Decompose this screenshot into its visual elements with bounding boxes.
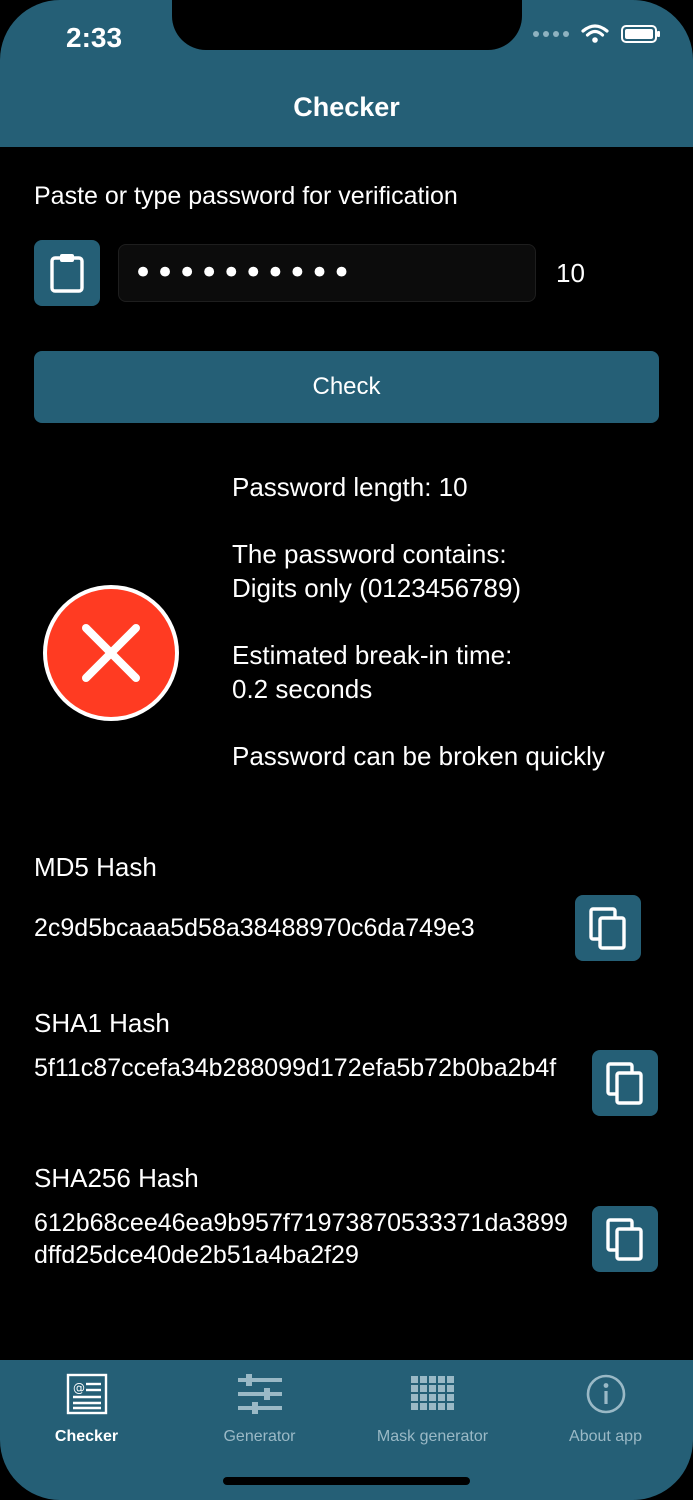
sha1-label: SHA1 Hash: [34, 1008, 170, 1038]
copy-md5-button[interactable]: [575, 895, 641, 961]
result-details: Password length: 10 The password contain…: [232, 470, 605, 806]
md5-label: MD5 Hash: [34, 852, 157, 882]
app-screen: 2:33 Checker Paste or type password for …: [0, 0, 693, 1500]
break-time-block: Estimated break-in time: 0.2 seconds: [232, 638, 605, 706]
wifi-icon: [581, 24, 609, 43]
contains-title: The password contains:: [232, 539, 507, 569]
page-title: Checker: [293, 92, 400, 122]
grid-icon: [410, 1372, 455, 1416]
sha1-value: 5f11c87ccefa34b288099d172efa5b72b0ba2b4f: [34, 1054, 557, 1082]
contains-block: The password contains: Digits only (0123…: [232, 537, 605, 605]
break-time-title: Estimated break-in time:: [232, 640, 513, 670]
check-button[interactable]: Check: [34, 351, 659, 423]
checker-icon: @: [66, 1372, 108, 1416]
paste-button[interactable]: [34, 240, 100, 306]
tab-checker-label: Checker: [54, 1428, 119, 1445]
info-icon: [585, 1372, 627, 1416]
copy-icon: [606, 1062, 643, 1105]
copy-sha256-button[interactable]: [592, 1206, 658, 1272]
verdict-text: Password can be broken quickly: [232, 741, 605, 771]
tab-about-app-label: About app: [569, 1428, 642, 1445]
password-length: Password length: 10: [232, 472, 468, 502]
home-indicator[interactable]: [223, 1477, 470, 1485]
md5-value: 2c9d5bcaaa5d58a38488970c6da749e3: [34, 914, 475, 942]
password-input[interactable]: [118, 244, 536, 302]
contains-value: Digits only (0123456789): [232, 573, 522, 603]
copy-icon: [589, 907, 626, 950]
password-prompt: Paste or type password for verification: [34, 182, 458, 210]
tab-about-app[interactable]: About app: [519, 1372, 692, 1446]
tab-generator-label: Generator: [223, 1428, 296, 1445]
svg-text:@: @: [73, 1381, 85, 1395]
status-icons: [533, 24, 660, 44]
tab-checker[interactable]: @ Checker: [0, 1372, 173, 1446]
copy-icon: [606, 1218, 643, 1261]
fail-x-icon: [43, 585, 179, 721]
sliders-icon: [237, 1372, 282, 1416]
tab-mask-generator-label: Mask generator: [376, 1428, 489, 1445]
clipboard-icon: [50, 254, 84, 293]
status-time: 2:33: [66, 22, 123, 53]
device-notch: [172, 0, 522, 50]
signal-icon: [533, 31, 569, 37]
tab-generator[interactable]: Generator: [173, 1372, 346, 1446]
navigation-header: 2:33 Checker: [0, 0, 693, 147]
tab-mask-generator[interactable]: Mask generator: [346, 1372, 519, 1446]
break-time-value: 0.2 seconds: [232, 674, 373, 704]
battery-icon: [621, 25, 660, 43]
sha256-label: SHA256 Hash: [34, 1163, 199, 1193]
password-char-count: 10: [556, 258, 585, 288]
sha256-value: 612b68cee46ea9b957f71973870533371da3899d…: [34, 1209, 568, 1269]
copy-sha1-button[interactable]: [592, 1050, 658, 1116]
